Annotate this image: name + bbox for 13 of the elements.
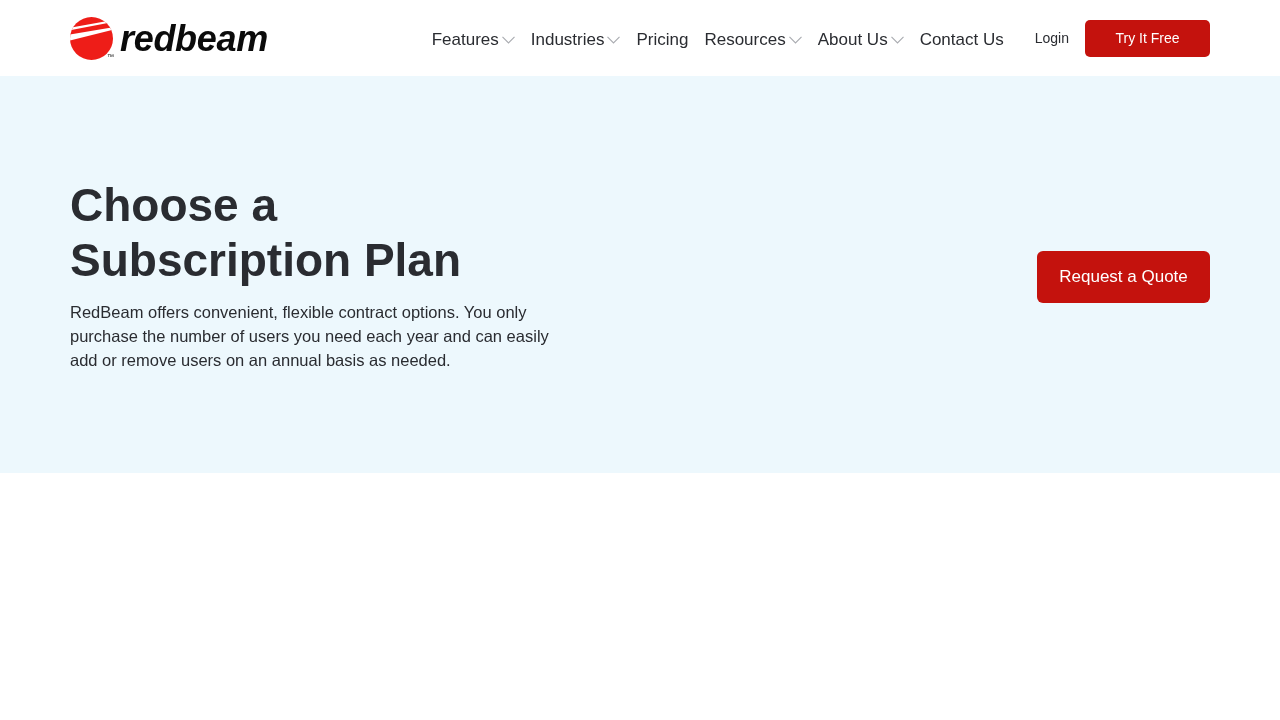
page-heading: Choose a Subscription Plan (70, 177, 463, 288)
try-free-button[interactable]: Try It Free (1085, 19, 1210, 57)
nav-link[interactable]: Pricing (636, 29, 689, 50)
nav-link[interactable]: Features (431, 29, 515, 50)
nav-link[interactable]: Contact Us (919, 29, 1004, 50)
striped-circle-logo-icon (70, 17, 113, 60)
logo-wordmark: redbeam (120, 20, 268, 57)
nav-link[interactable]: About Us (817, 29, 904, 50)
request-quote-button[interactable]: Request a Quote (1037, 250, 1210, 303)
nav-link[interactable]: Industries (530, 29, 621, 50)
nav-link[interactable]: Resources (704, 29, 802, 50)
intro-paragraph: RedBeam offers convenient, flexible contract options. You only purchase the number of users you need each year and can easily add or remove users on an annual basis as needed. (70, 301, 550, 371)
login-link[interactable]: Login (1034, 28, 1069, 48)
